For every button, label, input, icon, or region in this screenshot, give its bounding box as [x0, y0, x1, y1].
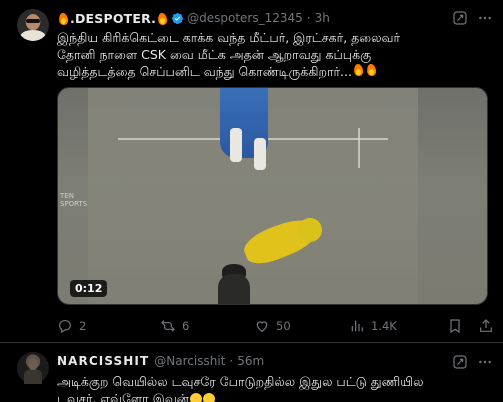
tweet-header: .DESPOTER. @despoters_12345 · 3h	[57, 9, 330, 27]
fire-icon	[353, 63, 364, 76]
reply-button[interactable]: 2	[57, 316, 86, 336]
avatar-sunglasses	[26, 19, 40, 23]
avatar-body	[20, 30, 46, 41]
tweet-text: இந்திய கிரிக்கெட்டை காக்க வந்த மீட்பர், …	[57, 30, 497, 81]
share-button[interactable]	[478, 316, 500, 336]
tweet-text-line: டவுசர், எவ்ளோ இவன்	[57, 391, 497, 402]
bookmark-button[interactable]	[447, 316, 469, 336]
tweet-header: NARCISSHIT @Narcisshit · 56m	[57, 354, 264, 368]
share-icon	[480, 319, 492, 332]
avatar[interactable]	[17, 9, 49, 41]
repost-button[interactable]: 6	[160, 316, 189, 336]
display-name[interactable]: NARCISSHIT	[57, 354, 149, 368]
handle[interactable]: @Narcisshit	[154, 354, 225, 368]
video-frame-pad	[230, 128, 242, 162]
like-count: 50	[276, 319, 291, 333]
timestamp[interactable]: 56m	[237, 354, 264, 368]
tweet-text-line: அடிக்குற வெயில்ல டவுசரே போடுறதில்ல இதுல …	[57, 374, 424, 389]
video-frame-umpire	[218, 274, 250, 304]
tweet-actions: 2 6 50 1.4K	[57, 316, 498, 336]
tweet-text-line-3: வழித்தடத்தை செப்பனிட வந்து கொண்டிருக்கிற…	[57, 64, 352, 79]
fire-icon	[366, 63, 377, 76]
reply-icon	[59, 320, 71, 334]
video-frame-pad	[254, 138, 266, 170]
grok-icon[interactable]	[452, 354, 468, 370]
like-button[interactable]: 50	[254, 316, 291, 336]
video-duration: 0:12	[70, 280, 108, 297]
display-name[interactable]: .DESPOTER.	[70, 11, 156, 26]
separator-dot: ·	[306, 11, 311, 25]
avatar-face	[28, 358, 38, 370]
tweet-text: அடிக்குற வெயில்ல டவுசரே போடுறதில்ல இதுல …	[57, 374, 497, 402]
separator-dot: ·	[229, 354, 234, 368]
tweet-main[interactable]: .DESPOTER. @despoters_12345 · 3h இந்திய …	[0, 0, 503, 342]
more-icon[interactable]	[477, 10, 493, 26]
avatar-body	[24, 369, 42, 384]
verified-badge-icon	[172, 12, 184, 24]
more-icon[interactable]	[477, 354, 493, 370]
laughing-emoji-icon	[202, 392, 215, 402]
views-icon	[351, 320, 363, 332]
bookmark-icon	[450, 319, 460, 334]
handle[interactable]: @despoters_12345	[187, 11, 303, 25]
fire-icon	[157, 12, 168, 25]
tweet-text-line: இந்திய கிரிக்கெட்டை காக்க வந்த மீட்பர், …	[57, 30, 400, 45]
repost-icon	[161, 320, 175, 332]
grok-icon[interactable]	[452, 10, 468, 26]
timestamp[interactable]: 3h	[315, 11, 330, 25]
tweet-text-line: தோனி நாளை CSK வை மீட்க அதன் ஆறாவது கப்பு…	[57, 46, 372, 62]
views-button[interactable]: 1.4K	[349, 316, 397, 336]
views-count: 1.4K	[371, 319, 397, 333]
video-frame-keeper-helmet	[298, 218, 322, 242]
repost-count: 6	[182, 319, 190, 333]
reply-count: 2	[79, 319, 87, 333]
video-player[interactable]: TEN SPORTS 0:12	[57, 87, 488, 305]
tweet-text-line: வழித்தடத்தை செப்பனிட வந்து கொண்டிருக்கிற…	[57, 63, 497, 81]
like-icon	[256, 321, 268, 333]
video-watermark: TEN SPORTS	[60, 192, 88, 208]
laughing-emoji-icon	[189, 392, 202, 402]
avatar[interactable]	[17, 352, 49, 384]
fire-icon	[58, 12, 69, 25]
video-frame-crease	[358, 128, 360, 168]
tweet-text-line-2: டவுசர், எவ்ளோ இவன்	[57, 390, 189, 402]
tweet-reply[interactable]: NARCISSHIT @Narcisshit · 56m அடிக்குற வெ…	[0, 343, 503, 402]
